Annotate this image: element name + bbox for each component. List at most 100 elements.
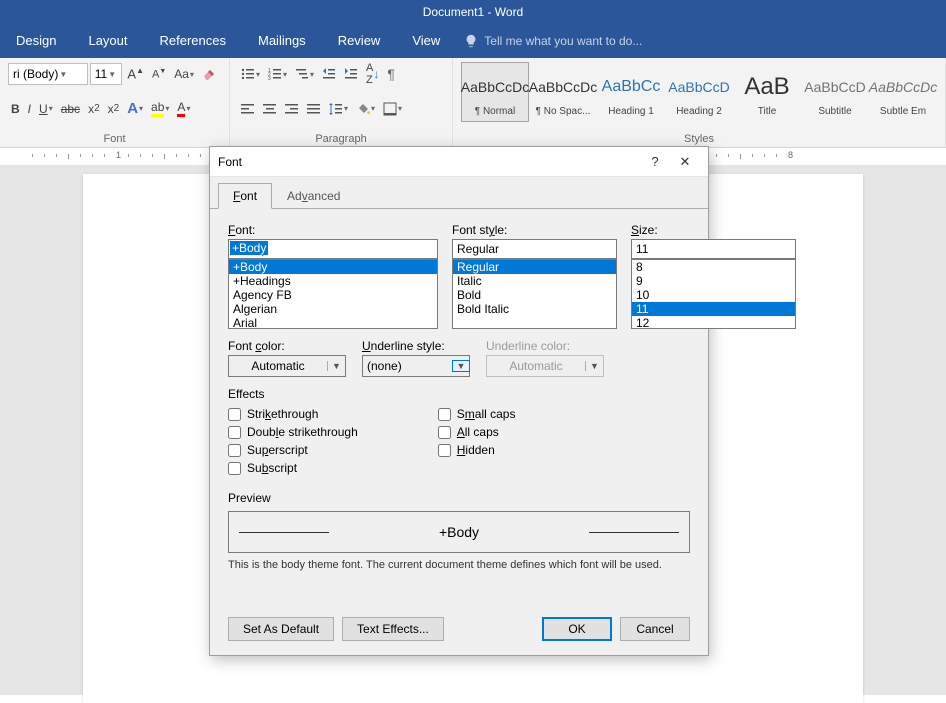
superscript-checkbox[interactable]: Superscript — [228, 443, 358, 457]
highlight-button[interactable]: ab▾ — [148, 98, 172, 119]
list-item[interactable]: Bold Italic — [453, 302, 616, 316]
underline-style-combo[interactable]: (none) ▼ — [362, 355, 470, 377]
dialog-title-bar[interactable]: Font ? ✕ — [210, 147, 708, 177]
style-item-5[interactable]: AaBbCcDSubtitle — [801, 62, 869, 122]
style-item-4[interactable]: AaBTitle — [733, 62, 801, 122]
dialog-tab-advanced[interactable]: Advanced — [272, 183, 355, 209]
subscript-checkbox[interactable]: Subscript — [228, 461, 358, 475]
styles-gallery[interactable]: AaBbCcDc¶ NormalAaBbCcDc¶ No Spac...AaBb… — [461, 62, 937, 122]
borders-button[interactable]: ▾ — [380, 100, 405, 118]
chevron-down-icon: ▼ — [585, 361, 603, 371]
dialog-close-button[interactable]: ✕ — [670, 154, 700, 170]
cancel-button[interactable]: Cancel — [620, 617, 690, 641]
align-right-button[interactable] — [282, 101, 302, 117]
list-item[interactable]: 11 — [632, 302, 795, 316]
numbering-icon: 123 — [268, 67, 282, 81]
list-item[interactable]: +Headings — [229, 274, 437, 288]
ribbon-tab-strip: Design Layout References Mailings Review… — [0, 24, 946, 58]
increase-indent-button[interactable] — [341, 65, 361, 83]
sort-button[interactable]: AZ↓ — [363, 60, 382, 88]
list-item[interactable]: 10 — [632, 288, 795, 302]
ribbon-tab-references[interactable]: References — [144, 24, 242, 58]
align-right-icon — [285, 103, 299, 115]
ribbon-tab-review[interactable]: Review — [322, 24, 397, 58]
list-item[interactable]: 8 — [632, 260, 795, 274]
style-item-1[interactable]: AaBbCcDc¶ No Spac... — [529, 62, 597, 122]
font-color-label: Font color: — [228, 339, 346, 353]
set-as-default-button[interactable]: Set As Default — [228, 617, 334, 641]
italic-button[interactable]: I — [25, 100, 34, 118]
list-item[interactable]: Italic — [453, 274, 616, 288]
list-item[interactable]: Regular — [453, 260, 616, 274]
clear-formatting-button[interactable] — [199, 64, 221, 84]
line-spacing-button[interactable]: ▾ — [326, 100, 351, 118]
font-listbox[interactable]: +Body+HeadingsAgency FBAlgerianArial — [228, 259, 438, 329]
text-effects-button[interactable]: A▾ — [124, 98, 146, 119]
dialog-title-text: Font — [218, 155, 640, 169]
list-item[interactable]: Arial — [229, 316, 437, 329]
shrink-font-button[interactable]: A▼ — [149, 66, 169, 83]
window-title: Document1 - Word — [423, 5, 523, 19]
justify-button[interactable] — [304, 101, 324, 117]
dialog-help-button[interactable]: ? — [640, 154, 670, 169]
font-color-button[interactable]: A▾ — [174, 98, 193, 119]
strikethrough-checkbox[interactable]: Strikethrough — [228, 407, 358, 421]
subscript-button[interactable]: x2 — [85, 100, 103, 118]
change-case-button[interactable]: Aa▾ — [171, 65, 197, 83]
lightbulb-icon — [464, 34, 478, 48]
ribbon-group-styles: AaBbCcDc¶ NormalAaBbCcDc¶ No Spac...AaBb… — [453, 58, 946, 147]
justify-icon — [307, 103, 321, 115]
small-caps-checkbox[interactable]: Small caps — [438, 407, 516, 421]
size-label: Size: — [631, 223, 796, 237]
ribbon-tab-mailings[interactable]: Mailings — [242, 24, 322, 58]
multilevel-list-button[interactable]: ▾ — [292, 65, 317, 83]
all-caps-checkbox[interactable]: All caps — [438, 425, 516, 439]
chevron-down-icon: ▼ — [327, 361, 345, 371]
font-label: Font: — [228, 223, 438, 237]
style-item-0[interactable]: AaBbCcDc¶ Normal — [461, 62, 529, 122]
grow-font-button[interactable]: A▲ — [124, 64, 147, 83]
list-item[interactable]: Bold — [453, 288, 616, 302]
font-color-combo[interactable]: Automatic ▼ — [228, 355, 346, 377]
outdent-icon — [322, 67, 336, 81]
decrease-indent-button[interactable] — [319, 65, 339, 83]
shading-button[interactable]: ▾ — [353, 100, 378, 118]
line-spacing-icon — [329, 102, 343, 116]
font-size-combo[interactable]: 11▼ — [90, 63, 123, 85]
ok-button[interactable]: OK — [542, 617, 612, 641]
size-listbox[interactable]: 89101112 — [631, 259, 796, 329]
show-hide-button[interactable]: ¶ — [384, 64, 398, 84]
size-input[interactable] — [631, 239, 796, 259]
font-style-listbox[interactable]: RegularItalicBoldBold Italic — [452, 259, 617, 329]
text-effects-button[interactable]: Text Effects... — [342, 617, 444, 641]
style-item-6[interactable]: AaBbCcDcSubtle Em — [869, 62, 937, 122]
align-center-button[interactable] — [260, 101, 280, 117]
border-icon — [383, 102, 397, 116]
numbering-button[interactable]: 123▾ — [265, 65, 290, 83]
style-item-2[interactable]: AaBbCcHeading 1 — [597, 62, 665, 122]
tell-me-search[interactable]: Tell me what you want to do... — [464, 34, 642, 48]
list-item[interactable]: 9 — [632, 274, 795, 288]
preview-description: This is the body theme font. The current… — [228, 559, 690, 571]
align-left-button[interactable] — [238, 101, 258, 117]
list-item[interactable]: Agency FB — [229, 288, 437, 302]
double-strikethrough-checkbox[interactable]: Double strikethrough — [228, 425, 358, 439]
bullets-button[interactable]: ▾ — [238, 65, 263, 83]
ribbon-tab-design[interactable]: Design — [0, 24, 72, 58]
superscript-button[interactable]: x2 — [105, 100, 123, 118]
underline-button[interactable]: U▾ — [36, 100, 56, 118]
font-name-combo[interactable]: ri (Body)▼ — [8, 63, 88, 85]
underline-color-combo: Automatic ▼ — [486, 355, 604, 377]
ribbon-tab-view[interactable]: View — [396, 24, 456, 58]
hidden-checkbox[interactable]: Hidden — [438, 443, 516, 457]
list-item[interactable]: +Body — [229, 260, 437, 274]
dialog-tab-font[interactable]: Font — [218, 183, 272, 209]
list-item[interactable]: 12 — [632, 316, 795, 329]
strikethrough-button[interactable]: abc — [58, 100, 83, 118]
font-name-input[interactable] — [228, 239, 438, 259]
ribbon-tab-layout[interactable]: Layout — [72, 24, 143, 58]
bold-button[interactable]: B — [8, 100, 23, 118]
style-item-3[interactable]: AaBbCcDHeading 2 — [665, 62, 733, 122]
list-item[interactable]: Algerian — [229, 302, 437, 316]
font-style-input[interactable] — [452, 239, 617, 259]
